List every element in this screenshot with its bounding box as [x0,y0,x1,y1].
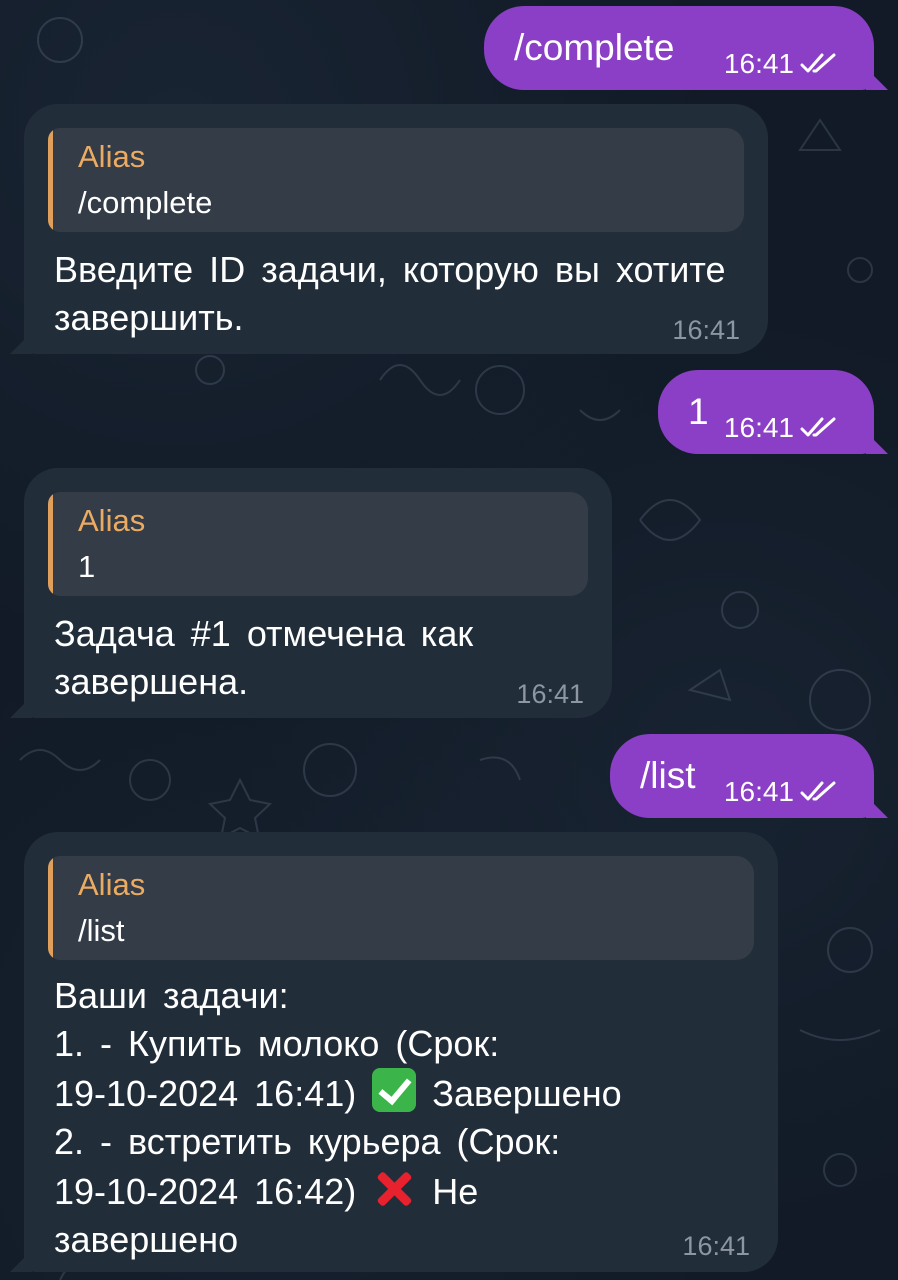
message-time: 16:41 [723,412,794,443]
message-time: 16:41 [516,679,584,709]
task-list-text: Ваши задачи: 1. - Купить молоко (Срок: 1… [54,972,770,1264]
message-text: /complete [514,27,675,68]
bubble-tail [10,1250,32,1272]
incoming-message[interactable]: Alias /list Ваши задачи: 1. - Купить мол… [10,832,778,1272]
bubble-tail [10,332,32,354]
incoming-message[interactable]: Alias 1 Задача #1 отмечена как завершена… [10,468,612,718]
message-time: 16:41 [672,315,740,345]
outgoing-message[interactable]: /complete 16:41 [484,6,888,90]
message-meta: 16:41 [724,776,840,808]
message-time: 16:41 [723,48,794,79]
reply-quote[interactable]: Alias /list [48,856,754,960]
reply-accent-bar [48,856,53,960]
reply-sender-name: Alias [78,503,146,538]
message-time: 16:41 [682,1231,750,1261]
double-check-icon [800,53,840,75]
message-time: 16:41 [723,776,794,807]
reply-accent-bar [48,128,53,232]
incoming-message[interactable]: Alias /complete Введите ID задачи, котор… [10,104,768,354]
outgoing-message[interactable]: 1 16:41 [658,370,888,454]
green-check-emoji-icon [372,1068,417,1112]
reply-quote[interactable]: Alias 1 [48,492,588,596]
task-item-title: 2. - встретить курьера (Срок: [54,1121,561,1162]
task-item-status-continued: завершено [54,1219,239,1260]
task-item-status: Не [432,1171,479,1212]
double-check-icon [800,417,840,439]
bubble-tail [10,696,32,718]
message-text: Введите ID задачи, которую вы хотите зав… [54,249,726,338]
message-text: /list [640,755,696,796]
task-item-deadline-line: 19-10-2024 16:41) Завершено [54,1068,770,1118]
reply-quoted-text: /complete [78,185,213,220]
message-text: Задача #1 отмечена как завершена. [54,613,474,702]
task-item-title: 1. - Купить молоко (Срок: [54,1023,500,1064]
reply-sender-name: Alias [78,139,146,174]
red-cross-emoji-icon [372,1166,416,1210]
bubble-tail [866,432,888,454]
message-text: 1 [688,391,709,432]
task-list-heading: Ваши задачи: [54,975,289,1016]
reply-quoted-text: 1 [78,549,96,584]
reply-accent-bar [48,492,53,596]
task-item-deadline: 19-10-2024 16:42) [54,1171,357,1212]
reply-sender-name: Alias [78,867,146,902]
message-meta: 16:41 [724,412,840,444]
outgoing-message[interactable]: /list 16:41 [610,734,888,818]
task-item-deadline: 19-10-2024 16:41) [54,1073,357,1114]
task-item: 2. - встретить курьера (Срок: 19-10-2024… [54,1118,770,1264]
message-meta: 16:41 [724,48,840,80]
reply-quoted-text: /list [78,913,125,948]
bubble-tail [866,68,888,90]
task-item-status: Завершено [432,1073,622,1114]
bubble-tail [866,796,888,818]
task-item: 1. - Купить молоко (Срок: 19-10-2024 16:… [54,1020,770,1118]
task-item-deadline-line: 19-10-2024 16:42) Не [54,1166,770,1216]
reply-quote[interactable]: Alias /complete [48,128,744,232]
double-check-icon [800,781,840,803]
